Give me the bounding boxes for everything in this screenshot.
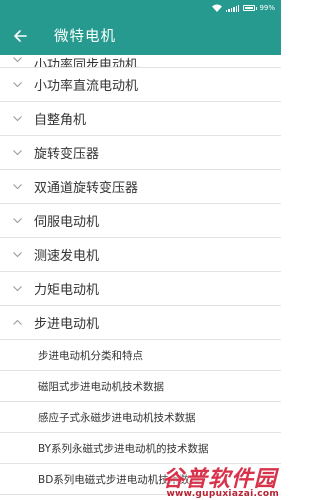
list-item-label: 步进电动机 <box>34 317 100 332</box>
chevron-down-icon <box>0 136 34 170</box>
list-item-dual-channel-resolver[interactable]: 双通道旋转变压器 <box>0 170 281 204</box>
battery-percentage: 99% <box>259 4 275 12</box>
chevron-down-icon <box>0 204 34 238</box>
back-button[interactable] <box>2 16 38 55</box>
status-bar: 99% <box>0 0 281 16</box>
signal-icon <box>226 4 240 12</box>
chevron-down-icon <box>0 238 34 272</box>
list-item-label: 小功率直流电动机 <box>34 79 139 94</box>
list-item-selsyn[interactable]: 自整角机 <box>0 102 281 136</box>
list-item-tachogenerator[interactable]: 测速发电机 <box>0 238 281 272</box>
list-item-label: 自整角机 <box>34 113 87 128</box>
list-item-label: 旋转变压器 <box>34 147 100 162</box>
chevron-down-icon <box>0 170 34 204</box>
list-item-label: 伺服电动机 <box>34 215 100 230</box>
toolbar: 微特电机 <box>0 16 281 55</box>
page-title: 微特电机 <box>54 29 116 45</box>
chevron-up-icon <box>0 306 34 340</box>
chevron-down-icon <box>0 55 34 67</box>
list-item-label: 双通道旋转变压器 <box>34 181 139 196</box>
chevron-down-icon <box>0 102 34 136</box>
sub-item-by-series-data[interactable]: BY系列永磁式步进电动机的技术数据 <box>0 433 281 464</box>
list-item-label: 测速发电机 <box>34 249 100 264</box>
list-item-label: 小功率同步电动机 <box>34 58 139 68</box>
battery-icon <box>243 5 258 11</box>
list-item-stepper-motor[interactable]: 步进电动机 <box>0 306 281 340</box>
list-item-label: 力矩电动机 <box>34 283 100 298</box>
list-item-resolver[interactable]: 旋转变压器 <box>0 136 281 170</box>
list-item-torque-motor[interactable]: 力矩电动机 <box>0 272 281 306</box>
chevron-down-icon <box>0 68 34 102</box>
back-arrow-icon <box>14 29 27 42</box>
wifi-icon <box>212 4 223 12</box>
list-item-synchronous-motor[interactable]: 小功率同步电动机 <box>0 55 281 68</box>
app-bar: 99% 微特电机 <box>0 0 281 55</box>
list-item-dc-motor[interactable]: 小功率直流电动机 <box>0 68 281 102</box>
sub-item-reluctance-stepper-data[interactable]: 磁阻式步进电动机技术数据 <box>0 371 281 402</box>
list-item-servo-motor[interactable]: 伺服电动机 <box>0 204 281 238</box>
sub-item-inductor-stepper-data[interactable]: 感应子式永磁步进电动机技术数据 <box>0 402 281 433</box>
category-list: 小功率同步电动机 小功率直流电动机 自整角机 旋转变压器 双通道旋转变压器 伺服… <box>0 55 281 495</box>
sub-item-bd-series-data[interactable]: BD系列电磁式步进电动机技术数据 <box>0 464 281 495</box>
sub-item-stepper-classification[interactable]: 步进电动机分类和特点 <box>0 340 281 371</box>
chevron-down-icon <box>0 272 34 306</box>
